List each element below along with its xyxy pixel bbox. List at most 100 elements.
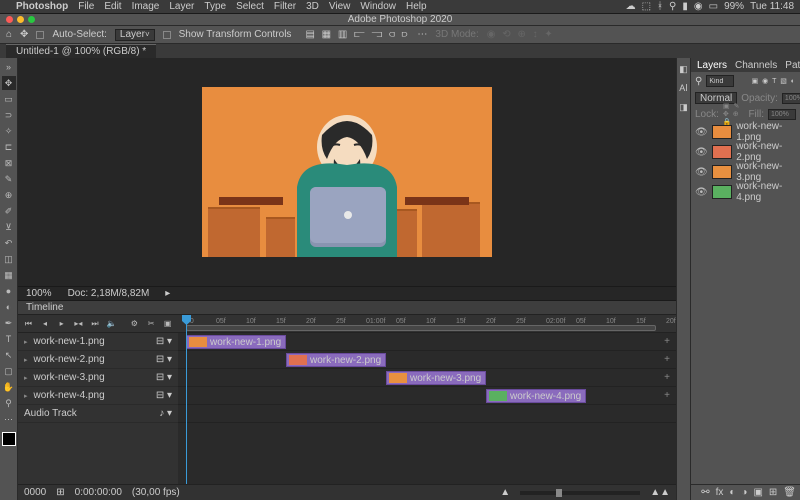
- track-header[interactable]: ▸work-new-4.png⊟ ▾: [18, 387, 178, 405]
- first-frame-button[interactable]: ⏮: [22, 317, 35, 331]
- align-icons[interactable]: ▤ ▦ ▥ ⫍ ⫎ ⫏ ⫐: [305, 29, 409, 40]
- edit-toolbar-icon[interactable]: ⋯: [2, 412, 16, 426]
- transition-button[interactable]: ▣: [161, 317, 174, 331]
- add-keyframe-icon[interactable]: +: [664, 390, 670, 401]
- work-area[interactable]: [186, 325, 656, 331]
- timeline-clip[interactable]: work-new-2.png: [286, 353, 386, 367]
- menu-image[interactable]: Image: [132, 1, 160, 12]
- add-keyframe-icon[interactable]: +: [664, 354, 670, 365]
- menu-layer[interactable]: Layer: [169, 1, 194, 12]
- menu-filter[interactable]: Filter: [274, 1, 296, 12]
- paths-tab[interactable]: Paths: [785, 60, 800, 71]
- track-header[interactable]: ▸work-new-3.png⊟ ▾: [18, 369, 178, 387]
- filter-icon[interactable]: ⚲: [695, 76, 702, 87]
- status-arrow-icon[interactable]: ▸: [165, 288, 170, 299]
- menu-help[interactable]: Help: [406, 1, 427, 12]
- history-brush-tool[interactable]: ↶: [2, 236, 16, 250]
- layer-row[interactable]: 👁work-new-1.png: [691, 122, 800, 142]
- last-frame-button[interactable]: ⏭: [89, 317, 102, 331]
- layer-row[interactable]: 👁work-new-2.png: [691, 142, 800, 162]
- track-header[interactable]: ▸work-new-1.png⊟ ▾: [18, 333, 178, 351]
- document-tab[interactable]: Untitled-1 @ 100% (RGB/8) *: [6, 44, 156, 58]
- zoom-out-icon[interactable]: ▲: [500, 487, 510, 498]
- group-icon[interactable]: ▣: [753, 487, 762, 498]
- panel-icon[interactable]: Aⅼ: [679, 83, 688, 94]
- heal-tool[interactable]: ⊕: [2, 188, 16, 202]
- filter-icons[interactable]: ▣ ◉ T ▧ ◐: [752, 77, 796, 85]
- prev-frame-button[interactable]: ◂: [39, 317, 52, 331]
- transform-checkbox[interactable]: [163, 31, 171, 39]
- lasso-tool[interactable]: ⊃: [2, 108, 16, 122]
- zoom-in-icon[interactable]: ▲▲: [650, 487, 670, 498]
- close-window[interactable]: [6, 16, 13, 23]
- play-button[interactable]: ▸: [55, 317, 68, 331]
- canvas-viewport[interactable]: [18, 58, 676, 286]
- layer-row[interactable]: 👁work-new-4.png: [691, 182, 800, 202]
- document-canvas[interactable]: [202, 87, 492, 257]
- layer-row[interactable]: 👁work-new-3.png: [691, 162, 800, 182]
- panel-icon[interactable]: ◧: [679, 64, 688, 75]
- maximize-window[interactable]: [28, 16, 35, 23]
- auto-select-checkbox[interactable]: [36, 31, 44, 39]
- menu-type[interactable]: Type: [204, 1, 226, 12]
- mute-button[interactable]: 🔈: [105, 317, 118, 331]
- path-tool[interactable]: ↖: [2, 348, 16, 362]
- timeline-clip[interactable]: work-new-1.png: [186, 335, 286, 349]
- zoom-level[interactable]: 100%: [26, 288, 52, 299]
- clock[interactable]: Tue 11:48: [750, 1, 794, 12]
- menu-edit[interactable]: Edit: [104, 1, 121, 12]
- new-layer-icon[interactable]: ⊞: [769, 487, 777, 498]
- layers-tab[interactable]: Layers: [697, 60, 727, 71]
- doc-size[interactable]: Doc: 2,18M/8,82M: [68, 288, 150, 299]
- timeline-clip[interactable]: work-new-3.png: [386, 371, 486, 385]
- brush-tool[interactable]: ✐: [2, 204, 16, 218]
- eraser-tool[interactable]: ◫: [2, 252, 16, 266]
- filter-kind[interactable]: [706, 75, 734, 87]
- home-icon[interactable]: ⌂: [6, 29, 12, 40]
- visibility-icon[interactable]: 👁: [695, 127, 708, 138]
- visibility-icon[interactable]: 👁: [695, 167, 708, 178]
- minimize-window[interactable]: [17, 16, 24, 23]
- auto-select-target[interactable]: Layer ˅: [115, 29, 155, 41]
- search-icon[interactable]: ⚲: [669, 1, 676, 12]
- timeline-ruler[interactable]: 0005f10f15f20f25f01:00f05f10f15f20f25f02…: [178, 315, 676, 333]
- visibility-icon[interactable]: 👁: [695, 187, 708, 198]
- adjustment-icon[interactable]: ◑: [741, 487, 747, 498]
- next-frame-button[interactable]: ▸◂: [72, 317, 85, 331]
- visibility-icon[interactable]: 👁: [695, 147, 708, 158]
- opacity-value[interactable]: [782, 93, 800, 104]
- audio-track[interactable]: [178, 405, 676, 423]
- timeline-zoom-slider[interactable]: [520, 491, 640, 495]
- track-header[interactable]: ▸work-new-2.png⊟ ▾: [18, 351, 178, 369]
- app-menu[interactable]: Photoshop: [16, 1, 68, 12]
- playhead[interactable]: [186, 315, 187, 484]
- fx-icon[interactable]: fx: [716, 487, 724, 498]
- add-keyframe-icon[interactable]: +: [664, 336, 670, 347]
- move-tool[interactable]: ✥: [2, 76, 16, 90]
- dodge-tool[interactable]: ◐: [2, 300, 16, 314]
- crop-tool[interactable]: ⊏: [2, 140, 16, 154]
- menu-view[interactable]: View: [329, 1, 351, 12]
- add-keyframe-icon[interactable]: +: [664, 372, 670, 383]
- stamp-tool[interactable]: ⊻: [2, 220, 16, 234]
- foreground-color[interactable]: [2, 432, 16, 446]
- menu-window[interactable]: Window: [360, 1, 396, 12]
- blur-tool[interactable]: ●: [2, 284, 16, 298]
- timeline-clip[interactable]: work-new-4.png: [486, 389, 586, 403]
- wand-tool[interactable]: ✧: [2, 124, 16, 138]
- timeline-tab[interactable]: Timeline: [26, 302, 63, 313]
- link-layers-icon[interactable]: ⚯: [701, 487, 709, 498]
- audio-track-header[interactable]: Audio Track♪ ▾: [18, 405, 178, 423]
- zoom-tool[interactable]: ⚲: [2, 396, 16, 410]
- menu-select[interactable]: Select: [236, 1, 264, 12]
- menu-3d[interactable]: 3D: [306, 1, 319, 12]
- channels-tab[interactable]: Channels: [735, 60, 777, 71]
- trash-icon[interactable]: 🗑: [783, 487, 796, 498]
- split-clip-button[interactable]: ✂: [145, 317, 158, 331]
- collapse-icon[interactable]: »: [2, 60, 16, 74]
- timeline-options-icon[interactable]: ⚙: [128, 317, 141, 331]
- marquee-tool[interactable]: ▭: [2, 92, 16, 106]
- mask-icon[interactable]: ◐: [729, 487, 735, 498]
- frame-tool[interactable]: ⊠: [2, 156, 16, 170]
- menu-file[interactable]: File: [78, 1, 94, 12]
